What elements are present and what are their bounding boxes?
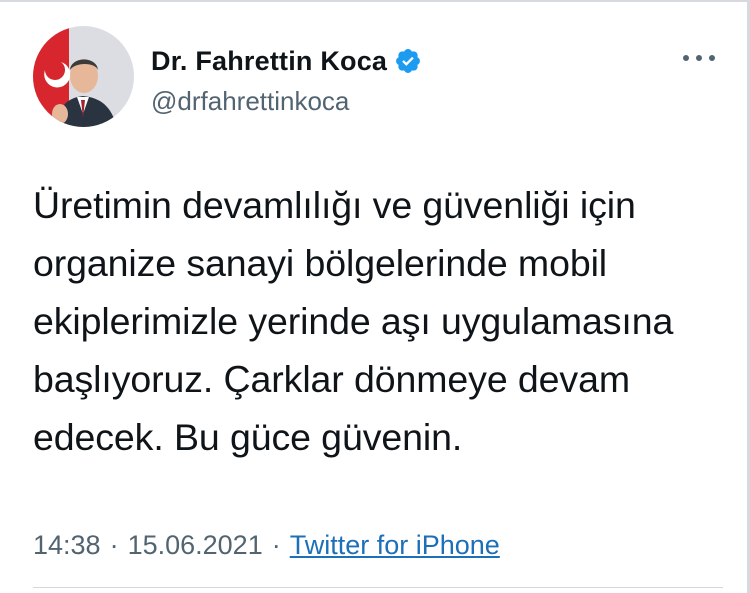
name-row: Dr. Fahrettin Koca bbox=[151, 44, 422, 78]
more-dot bbox=[683, 55, 689, 61]
display-name[interactable]: Dr. Fahrettin Koca bbox=[151, 46, 387, 77]
author-handle[interactable]: @drfahrettinkoca bbox=[151, 86, 422, 117]
tweet-source-link[interactable]: Twitter for iPhone bbox=[290, 530, 500, 560]
meta-separator: · bbox=[271, 530, 281, 560]
tweet-meta: 14:38 · 15.06.2021 · Twitter for iPhone bbox=[33, 530, 500, 561]
verified-badge-icon bbox=[394, 47, 422, 75]
profile-photo bbox=[33, 26, 134, 127]
meta-separator: · bbox=[109, 530, 119, 560]
author-block: Dr. Fahrettin Koca @drfahrettinkoca bbox=[151, 44, 422, 117]
tweet-date[interactable]: 15.06.2021 bbox=[128, 530, 263, 560]
more-dot bbox=[709, 55, 715, 61]
tweet-text: Üretimin devamlılığı ve güvenliği için o… bbox=[33, 184, 674, 458]
avatar[interactable] bbox=[33, 26, 134, 127]
more-dot bbox=[696, 55, 702, 61]
more-options-icon[interactable] bbox=[683, 52, 715, 64]
bottom-divider bbox=[33, 587, 723, 588]
tweet-header: Dr. Fahrettin Koca @drfahrettinkoca bbox=[33, 26, 723, 132]
top-divider bbox=[0, 0, 750, 2]
tweet-page: Dr. Fahrettin Koca @drfahrettinkoca Üret… bbox=[0, 0, 750, 593]
tweet-time[interactable]: 14:38 bbox=[33, 530, 101, 560]
